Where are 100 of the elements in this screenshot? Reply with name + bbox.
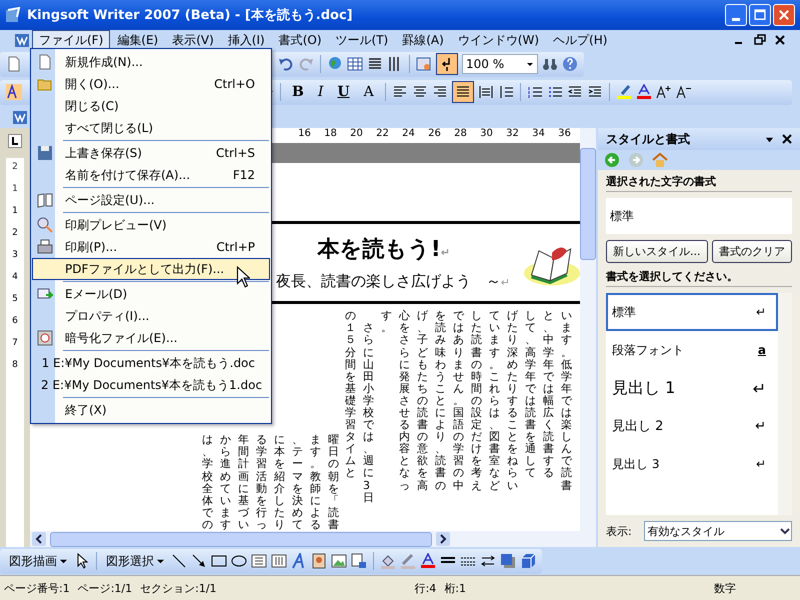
shadow-icon[interactable]	[500, 553, 516, 569]
menu-item[interactable]: 名前を付けて保存(A)... F12	[32, 164, 270, 186]
style-button[interactable]: 書式のクリア	[712, 240, 792, 263]
menu-item[interactable]: 表示(V)	[165, 30, 221, 50]
picture-icon[interactable]	[331, 553, 347, 569]
document-tab-icon[interactable]	[12, 109, 28, 125]
close-icon[interactable]	[774, 34, 786, 46]
vertical-text-box-icon[interactable]	[271, 553, 287, 569]
style-item[interactable]: 見出し 3 ↵	[606, 445, 778, 483]
help-icon[interactable]	[562, 56, 578, 72]
styles-icon[interactable]	[6, 84, 22, 100]
menu-item[interactable]: 2 E:¥My Documents¥本を読もう1.doc	[32, 374, 270, 396]
undo-icon[interactable]	[278, 56, 294, 72]
menu-item[interactable]: 終了(X)	[32, 399, 270, 421]
ruler-number: 20	[349, 128, 364, 141]
binoculars-icon[interactable]	[542, 56, 558, 72]
show-label: 表示:	[606, 524, 632, 538]
horizontal-scrollbar[interactable]	[30, 531, 580, 547]
format-button[interactable]: B	[287, 84, 309, 100]
preview-icon[interactable]	[416, 56, 432, 72]
line-icon[interactable]	[171, 553, 187, 569]
style-button[interactable]: 新しいスタイル...	[606, 240, 708, 263]
text-column: ています。これらは、図書室など	[489, 310, 500, 531]
bullet-list-icon[interactable]	[546, 84, 563, 100]
show-dropdown[interactable]: 有効なスタイル	[644, 521, 792, 541]
menu-item[interactable]: ツール(T)	[328, 30, 396, 50]
line-color-icon[interactable]	[400, 553, 416, 569]
justify-button[interactable]	[452, 81, 474, 103]
format-button[interactable]: I	[312, 84, 328, 100]
menu-item[interactable]: ページ設定(U)...	[32, 189, 270, 211]
menu-item[interactable]: 印刷プレビュー(V)	[32, 214, 270, 236]
numbered-list-icon[interactable]	[526, 84, 543, 100]
shrink-font-icon[interactable]	[676, 84, 692, 100]
menu-item[interactable]: 暗号化ファイル(E)...	[32, 327, 270, 349]
clip-art-icon[interactable]	[311, 553, 327, 569]
menu-item[interactable]: ウインドウ(W)	[450, 30, 546, 50]
menu-item[interactable]: 開く(O)... Ctrl+O	[32, 73, 270, 95]
formatting-marks-button[interactable]	[436, 53, 458, 75]
menu-item[interactable]: 閉じる(C)	[32, 95, 270, 117]
home-icon[interactable]	[652, 152, 668, 168]
menu-item[interactable]: 書式(O)	[272, 30, 329, 50]
tab-stop-icon[interactable]	[8, 134, 22, 148]
vertical-scrollbar[interactable]	[580, 128, 596, 547]
scroll-left-icon[interactable]	[32, 532, 46, 546]
columns-icon[interactable]	[367, 56, 383, 72]
arrow-icon[interactable]	[191, 553, 207, 569]
restore-icon[interactable]	[754, 34, 766, 46]
distribute-icon[interactable]	[478, 84, 494, 100]
3d-box-icon[interactable]	[520, 553, 536, 569]
dropdown-arrow-icon[interactable]	[765, 134, 774, 144]
close-icon[interactable]	[782, 134, 792, 144]
style-item[interactable]: 段落フォント a	[606, 331, 778, 369]
table-icon[interactable]	[347, 56, 363, 72]
style-item[interactable]: 標準 ↵	[606, 293, 778, 331]
zoom-field[interactable]: 100 %	[462, 54, 538, 74]
line-spacing-icon[interactable]	[498, 84, 514, 100]
shape-select-button[interactable]: 図形選択	[103, 552, 167, 570]
rectangle-icon[interactable]	[211, 553, 227, 569]
new-document-icon[interactable]	[6, 56, 22, 72]
menu-item[interactable]: ヘルプ(H)	[546, 30, 614, 50]
section-heading: 書式を選択してください。	[606, 269, 792, 287]
font-color-icon[interactable]	[636, 84, 652, 100]
menu-item[interactable]: Eメール(D)	[32, 283, 270, 305]
menu-item[interactable]: 1 E:¥My Documents¥本を読もう.doc	[32, 352, 270, 374]
scroll-right-icon[interactable]	[436, 532, 450, 546]
menu-item[interactable]: すべて閉じる(L)	[32, 117, 270, 139]
insert-picture-icon[interactable]	[351, 553, 367, 569]
draw-menu-button[interactable]: 図形描画	[6, 552, 70, 570]
text-column: す。	[381, 310, 392, 531]
maximize-button[interactable]	[749, 4, 771, 26]
menu-item[interactable]: 上書き保存(S) Ctrl+S	[32, 142, 270, 164]
menu-item[interactable]: PDFファイルとして出力(F)...	[32, 258, 270, 280]
format-button[interactable]: U	[332, 84, 355, 100]
ellipse-icon[interactable]	[231, 553, 247, 569]
font-color-icon[interactable]	[420, 553, 436, 569]
close-button[interactable]	[773, 4, 795, 26]
menu-item[interactable]: 印刷(P)... Ctrl+P	[32, 236, 270, 258]
minimize-button[interactable]	[725, 4, 747, 26]
fill-color-icon[interactable]	[380, 553, 396, 569]
ruler-number: 8	[12, 360, 18, 372]
menu-item[interactable]: 新規作成(N)...	[32, 51, 270, 73]
highlighter-icon[interactable]	[616, 84, 632, 100]
style-item[interactable]: 見出し 1 ↵	[606, 369, 778, 407]
format-button[interactable]: A	[358, 84, 379, 100]
globe-icon[interactable]	[327, 56, 343, 72]
arrow-style-icon[interactable]	[480, 553, 496, 569]
menu-item[interactable]: 罫線(A)	[395, 30, 451, 50]
menu-item[interactable]: 挿入(I)	[220, 30, 272, 50]
grow-font-icon[interactable]	[656, 84, 672, 100]
menu-item[interactable]: プロパティ(I)...	[32, 305, 270, 327]
word-art-icon[interactable]	[291, 553, 307, 569]
back-icon[interactable]	[604, 152, 620, 168]
status-text: セクション:1/1	[139, 580, 218, 596]
style-item[interactable]: 見出し 2 ↵	[606, 407, 778, 445]
text-column: を読み味わうことにより、読書の	[435, 310, 446, 531]
list-scrollbar[interactable]	[778, 293, 792, 515]
menu-item[interactable]: 編集(E)	[110, 30, 166, 50]
dropdown-arrow-icon[interactable]	[526, 60, 534, 68]
close-icon	[777, 8, 791, 22]
text-box-icon[interactable]	[251, 553, 267, 569]
